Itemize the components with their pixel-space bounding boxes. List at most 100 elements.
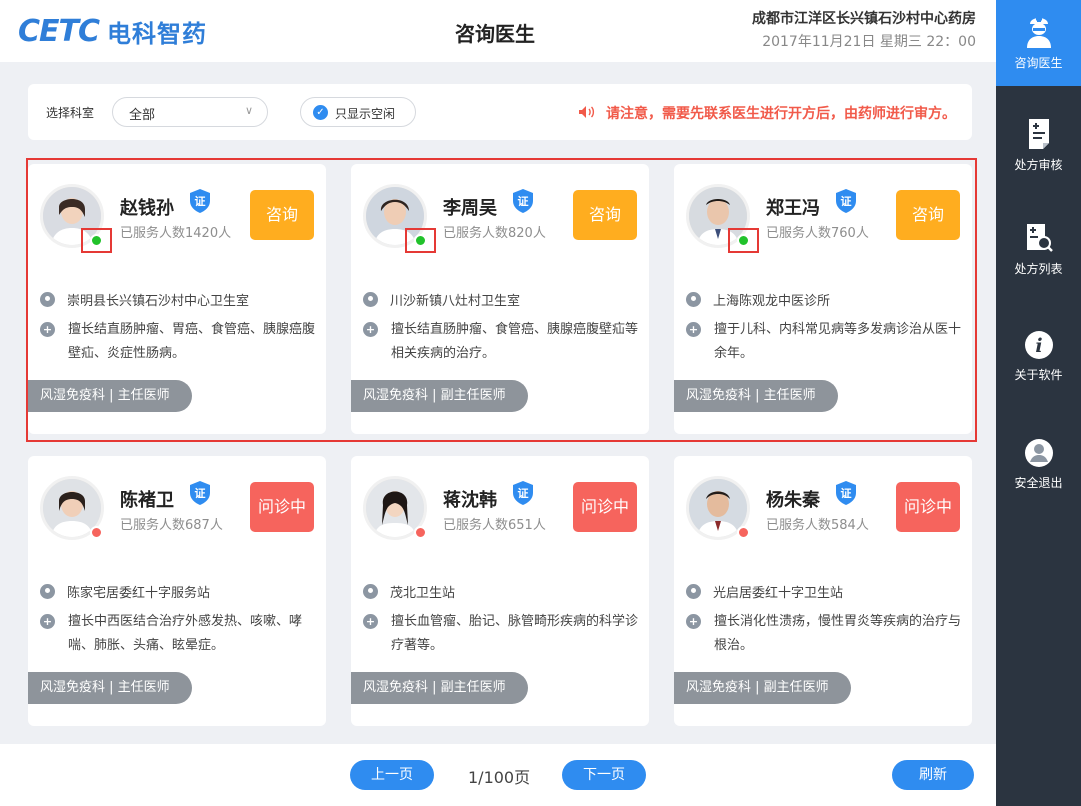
doctor-name: 李周吴 (443, 198, 497, 219)
location-row: 陈家宅居委红十字服务站 (40, 582, 210, 601)
specialty-row: + 擅长结直肠肿瘤、胃癌、食管癌、胰腺癌腹壁疝、炎症性肠病。 (40, 318, 316, 366)
doctor-name: 郑王冯 (766, 198, 820, 219)
doctor-specialty: 擅长血管瘤、胎记、脉管畸形疾病的科学诊疗著等。 (391, 614, 639, 653)
doctor-location: 川沙新镇八灶村卫生室 (390, 294, 521, 309)
notice-text: 请注意，需要先联系医生进行开方后，由药师进行审方。 (579, 103, 956, 123)
doctor-icon (1026, 16, 1051, 48)
doctor-specialty: 擅长消化性溃疡，慢性胃炎等疾病的治疗与根治。 (714, 614, 962, 653)
doctor-location: 茂北卫生站 (390, 586, 456, 601)
sidebar-item-prescription-review[interactable]: 处方审核 (996, 118, 1081, 173)
specialty-icon: + (686, 614, 701, 629)
pharmacy-name: 成都市江洋区长兴镇石沙村中心药房 (752, 11, 976, 27)
department-tag: 风湿免疫科 | 副主任医师 (351, 380, 528, 412)
sidebar-item-label: 处方列表 (1014, 262, 1063, 276)
sidebar-item-label: 处方审核 (1014, 158, 1063, 172)
in-consultation-button[interactable]: 问诊中 (896, 482, 960, 532)
verified-badge-icon: 证 (836, 481, 856, 505)
logo-mark: CETC (18, 14, 100, 49)
doctor-location: 崇明县长兴镇石沙村中心卫生室 (67, 294, 250, 309)
specialty-icon: + (40, 322, 55, 337)
prescription-review-icon (1028, 119, 1049, 149)
refresh-button[interactable]: 刷新 (892, 760, 974, 790)
doctor-name: 蒋沈韩 (443, 490, 497, 511)
logo-text: 电科智药 (107, 20, 207, 48)
chevron-down-icon: ∨ (244, 104, 253, 117)
doctor-specialty: 擅长结直肠肿瘤、胃癌、食管癌、胰腺癌腹壁疝、炎症性肠病。 (68, 322, 316, 361)
busy-status-dot (90, 526, 103, 539)
doctor-name: 杨朱秦 (766, 490, 820, 511)
doctor-card[interactable]: 杨朱秦 证 已服务人数584人 问诊中 光启居委红十字卫生站 + 擅长消化性溃疡… (674, 456, 972, 726)
department-tag: 风湿免疫科 | 副主任医师 (351, 672, 528, 704)
served-count: 已服务人数1420人 (120, 226, 232, 241)
specialty-row: + 擅长中西医结合治疗外感发热、咳嗽、哮喘、肺胀、头痛、眩晕症。 (40, 610, 316, 658)
specialty-row: + 擅于儿科、内科常见病等多发病诊治从医十余年。 (686, 318, 962, 366)
location-pin-icon (686, 292, 701, 307)
svg-text:证: 证 (841, 487, 852, 500)
prescription-list-icon (1026, 224, 1053, 252)
department-label: 选择科室 (46, 106, 95, 120)
doctor-card[interactable]: 李周吴 证 已服务人数820人 咨询 川沙新镇八灶村卫生室 + 擅长结直肠肿瘤、… (351, 164, 649, 434)
doctor-card[interactable]: 赵钱孙 证 已服务人数1420人 咨询 崇明县长兴镇石沙村中心卫生室 + 擅长结… (28, 164, 326, 434)
sidebar-item-label: 咨询医生 (1014, 56, 1063, 70)
only-idle-toggle[interactable]: ✓ 只显示空闲 (300, 97, 416, 127)
consult-button[interactable]: 咨询 (250, 190, 314, 240)
department-tag: 风湿免疫科 | 主任医师 (674, 380, 838, 412)
sidebar-item-about[interactable]: i 关于软件 (996, 330, 1081, 383)
served-count: 已服务人数687人 (120, 518, 223, 533)
location-row: 光启居委红十字卫生站 (686, 582, 843, 601)
served-count: 已服务人数584人 (766, 518, 869, 533)
next-page-button[interactable]: 下一页 (562, 760, 646, 790)
info-icon: i (1024, 331, 1053, 359)
filter-bar: 选择科室 全部 ∨ ✓ 只显示空闲 请注意，需要先联系医生进行开方后，由药师进行… (28, 84, 972, 140)
location-row: 川沙新镇八灶村卫生室 (363, 290, 520, 309)
location-row: 崇明县长兴镇石沙村中心卫生室 (40, 290, 249, 309)
doctor-specialty: 擅长结直肠肿瘤、食管癌、胰腺癌腹壁疝等相关疾病的治疗。 (391, 322, 639, 361)
sidebar-item-prescription-list[interactable]: 处方列表 (996, 222, 1081, 277)
department-select[interactable]: 全部 ∨ (112, 97, 268, 127)
location-pin-icon (40, 584, 55, 599)
busy-status-dot (414, 526, 427, 539)
specialty-icon: + (363, 322, 378, 337)
doctor-card[interactable]: 蒋沈韩 证 已服务人数651人 问诊中 茂北卫生站 + 擅长血管瘤、胎记、脉管畸… (351, 456, 649, 726)
sidebar-item-label: 关于软件 (1014, 368, 1063, 382)
verified-badge-icon: 证 (190, 189, 210, 213)
doctor-card[interactable]: 郑王冯 证 已服务人数760人 咨询 上海陈观龙中医诊所 + 擅于儿科、内科常见… (674, 164, 972, 434)
location-pin-icon (363, 292, 378, 307)
verified-badge-icon: 证 (190, 481, 210, 505)
location-pin-icon (40, 292, 55, 307)
doctor-location: 上海陈观龙中医诊所 (713, 294, 831, 309)
only-idle-label: 只显示空闲 (335, 107, 396, 121)
consult-button[interactable]: 咨询 (896, 190, 960, 240)
in-consultation-button[interactable]: 问诊中 (250, 482, 314, 532)
notice-message: 请注意，需要先联系医生进行开方后，由药师进行审方。 (606, 106, 956, 122)
page-title: 咨询医生 (455, 22, 535, 46)
prev-page-button[interactable]: 上一页 (350, 760, 434, 790)
verified-badge-icon: 证 (513, 481, 533, 505)
doctor-location: 光启居委红十字卫生站 (713, 586, 844, 601)
location-row: 茂北卫生站 (363, 582, 455, 601)
specialty-icon: + (40, 614, 55, 629)
check-icon: ✓ (313, 105, 328, 120)
svg-text:证: 证 (195, 195, 206, 208)
sidebar-item-consult-doctor[interactable]: 咨询医生 (996, 0, 1081, 86)
doctor-card[interactable]: 陈褚卫 证 已服务人数687人 问诊中 陈家宅居委红十字服务站 + 擅长中西医结… (28, 456, 326, 726)
doctor-name: 赵钱孙 (120, 198, 174, 219)
busy-status-dot (737, 526, 750, 539)
pagination-bar: 上一页 1/100页 下一页 刷新 (0, 744, 996, 806)
verified-badge-icon: 证 (513, 189, 533, 213)
department-tag: 风湿免疫科 | 副主任医师 (674, 672, 851, 704)
doctor-name: 陈褚卫 (120, 490, 174, 511)
consult-button[interactable]: 咨询 (573, 190, 637, 240)
doctor-specialty: 擅长中西医结合治疗外感发热、咳嗽、哮喘、肺胀、头痛、眩晕症。 (68, 614, 303, 653)
status-highlight-box (728, 228, 759, 253)
served-count: 已服务人数820人 (443, 226, 546, 241)
department-value: 全部 (129, 108, 156, 123)
department-tag: 风湿免疫科 | 主任医师 (28, 672, 192, 704)
location-row: 上海陈观龙中医诊所 (686, 290, 830, 309)
specialty-row: + 擅长结直肠肿瘤、食管癌、胰腺癌腹壁疝等相关疾病的治疗。 (363, 318, 639, 366)
in-consultation-button[interactable]: 问诊中 (573, 482, 637, 532)
speaker-icon (579, 106, 600, 122)
sidebar-item-logout[interactable]: 安全退出 (996, 438, 1081, 491)
doctor-specialty: 擅于儿科、内科常见病等多发病诊治从医十余年。 (714, 322, 962, 361)
page-info: 1/100页 (468, 768, 531, 787)
